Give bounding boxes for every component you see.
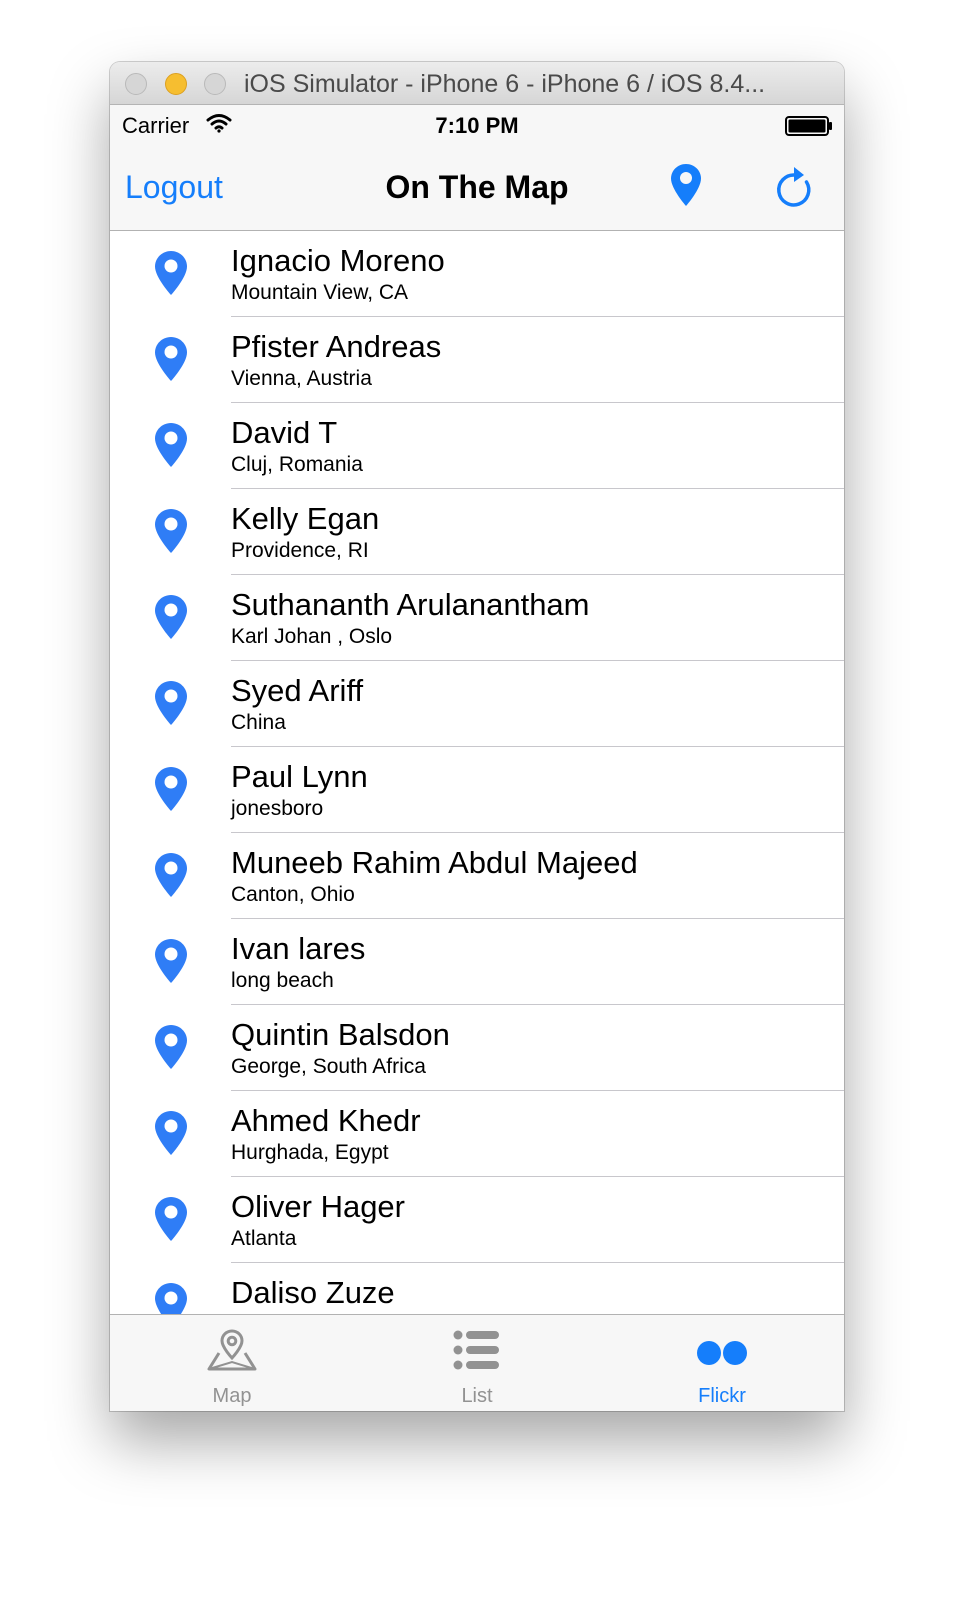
student-name: Oliver Hager xyxy=(231,1189,405,1224)
list-item[interactable]: Suthananth Arulanantham Karl Johan , Oslo xyxy=(110,575,844,661)
tab-label-list: List xyxy=(461,1385,493,1407)
map-pin-icon xyxy=(155,509,187,553)
navigation-bar: Logout On The Map xyxy=(110,145,844,231)
map-pin-icon xyxy=(155,1197,187,1241)
tab-list[interactable]: List xyxy=(355,1315,599,1411)
map-pin-icon xyxy=(155,1025,187,1069)
tab-map[interactable]: Map xyxy=(110,1315,354,1411)
list-item[interactable]: Ahmed Khedr Hurghada, Egypt xyxy=(110,1091,844,1177)
map-icon xyxy=(207,1329,257,1371)
student-name: Ignacio Moreno xyxy=(231,243,445,278)
student-location: Canton, Ohio xyxy=(231,883,355,906)
student-location: China xyxy=(231,711,286,734)
list-item[interactable]: Ivan lares long beach xyxy=(110,919,844,1005)
close-window-button[interactable] xyxy=(125,73,147,95)
student-location: long beach xyxy=(231,969,334,992)
flickr-icon xyxy=(697,1341,747,1365)
list-item[interactable]: David T Cluj, Romania xyxy=(110,403,844,489)
student-location: George, South Africa xyxy=(231,1055,426,1078)
map-pin-icon xyxy=(155,251,187,295)
tab-flickr[interactable]: Flickr xyxy=(600,1315,844,1411)
map-pin-icon xyxy=(155,423,187,467)
student-name: Kelly Egan xyxy=(231,501,380,536)
student-location: Mountain View, CA xyxy=(231,281,409,304)
list-item[interactable]: Syed Ariff China xyxy=(110,661,844,747)
map-pin-icon xyxy=(155,767,187,811)
map-pin-icon[interactable] xyxy=(670,163,702,207)
student-name: Syed Ariff xyxy=(231,673,364,708)
simulator-window: iOS Simulator - iPhone 6 - iPhone 6 / iO… xyxy=(110,62,844,1411)
map-pin-icon xyxy=(155,595,187,639)
student-name: Pfister Andreas xyxy=(231,329,442,364)
map-pin-icon xyxy=(155,337,187,381)
student-location: Vienna, Austria xyxy=(231,367,372,390)
map-pin-icon xyxy=(155,939,187,983)
list-item[interactable]: Ignacio Moreno Mountain View, CA xyxy=(110,231,844,317)
tab-bar: Map List Flickr xyxy=(110,1314,844,1411)
student-name: Ahmed Khedr xyxy=(231,1103,421,1138)
page-title: On The Map xyxy=(385,169,569,205)
student-location: Cluj, Romania xyxy=(231,453,363,476)
list-item[interactable]: Paul Lynn jonesboro xyxy=(110,747,844,833)
refresh-icon[interactable] xyxy=(773,165,817,211)
student-location: Atlanta xyxy=(231,1227,297,1250)
list-item[interactable]: Quintin Balsdon George, South Africa xyxy=(110,1005,844,1091)
zoom-window-button[interactable] xyxy=(204,73,226,95)
list-item[interactable]: Pfister Andreas Vienna, Austria xyxy=(110,317,844,403)
list-item[interactable]: Oliver Hager Atlanta xyxy=(110,1177,844,1263)
student-location: jonesboro xyxy=(231,797,324,820)
map-pin-icon xyxy=(155,1111,187,1155)
student-list[interactable]: Ignacio Moreno Mountain View, CA Pfister A… xyxy=(110,231,844,1314)
student-name: Muneeb Rahim Abdul Majeed xyxy=(231,845,638,880)
list-item[interactable]: Muneeb Rahim Abdul Majeed Canton, Ohio xyxy=(110,833,844,919)
map-pin-icon xyxy=(155,681,187,725)
window-titlebar[interactable]: iOS Simulator - iPhone 6 - iPhone 6 / iO… xyxy=(110,62,844,105)
student-name: Daliso Zuze xyxy=(231,1275,395,1310)
battery-icon xyxy=(785,116,832,136)
list-item[interactable]: Kelly Egan Providence, RI xyxy=(110,489,844,575)
window-title: iOS Simulator - iPhone 6 - iPhone 6 / iO… xyxy=(244,70,766,98)
map-pin-icon xyxy=(155,1283,187,1314)
student-name: Suthananth Arulanantham xyxy=(231,587,590,622)
status-time: 7:10 PM xyxy=(435,113,519,138)
tab-label-map: Map xyxy=(212,1385,252,1407)
list-icon xyxy=(453,1330,499,1370)
student-location: Karl Johan , Oslo xyxy=(231,625,393,648)
student-location: Providence, RI xyxy=(231,539,369,562)
student-name: Ivan lares xyxy=(231,931,366,966)
list-item[interactable]: Daliso Zuze xyxy=(110,1263,844,1314)
minimize-window-button[interactable] xyxy=(165,73,187,95)
tab-label-flickr: Flickr xyxy=(698,1385,746,1407)
student-location: Hurghada, Egypt xyxy=(231,1141,389,1164)
map-pin-icon xyxy=(155,853,187,897)
status-bar: Carrier 7:10 PM xyxy=(110,105,844,145)
student-name: Paul Lynn xyxy=(231,759,368,794)
student-name: David T xyxy=(231,415,338,450)
student-name: Quintin Balsdon xyxy=(231,1017,450,1052)
